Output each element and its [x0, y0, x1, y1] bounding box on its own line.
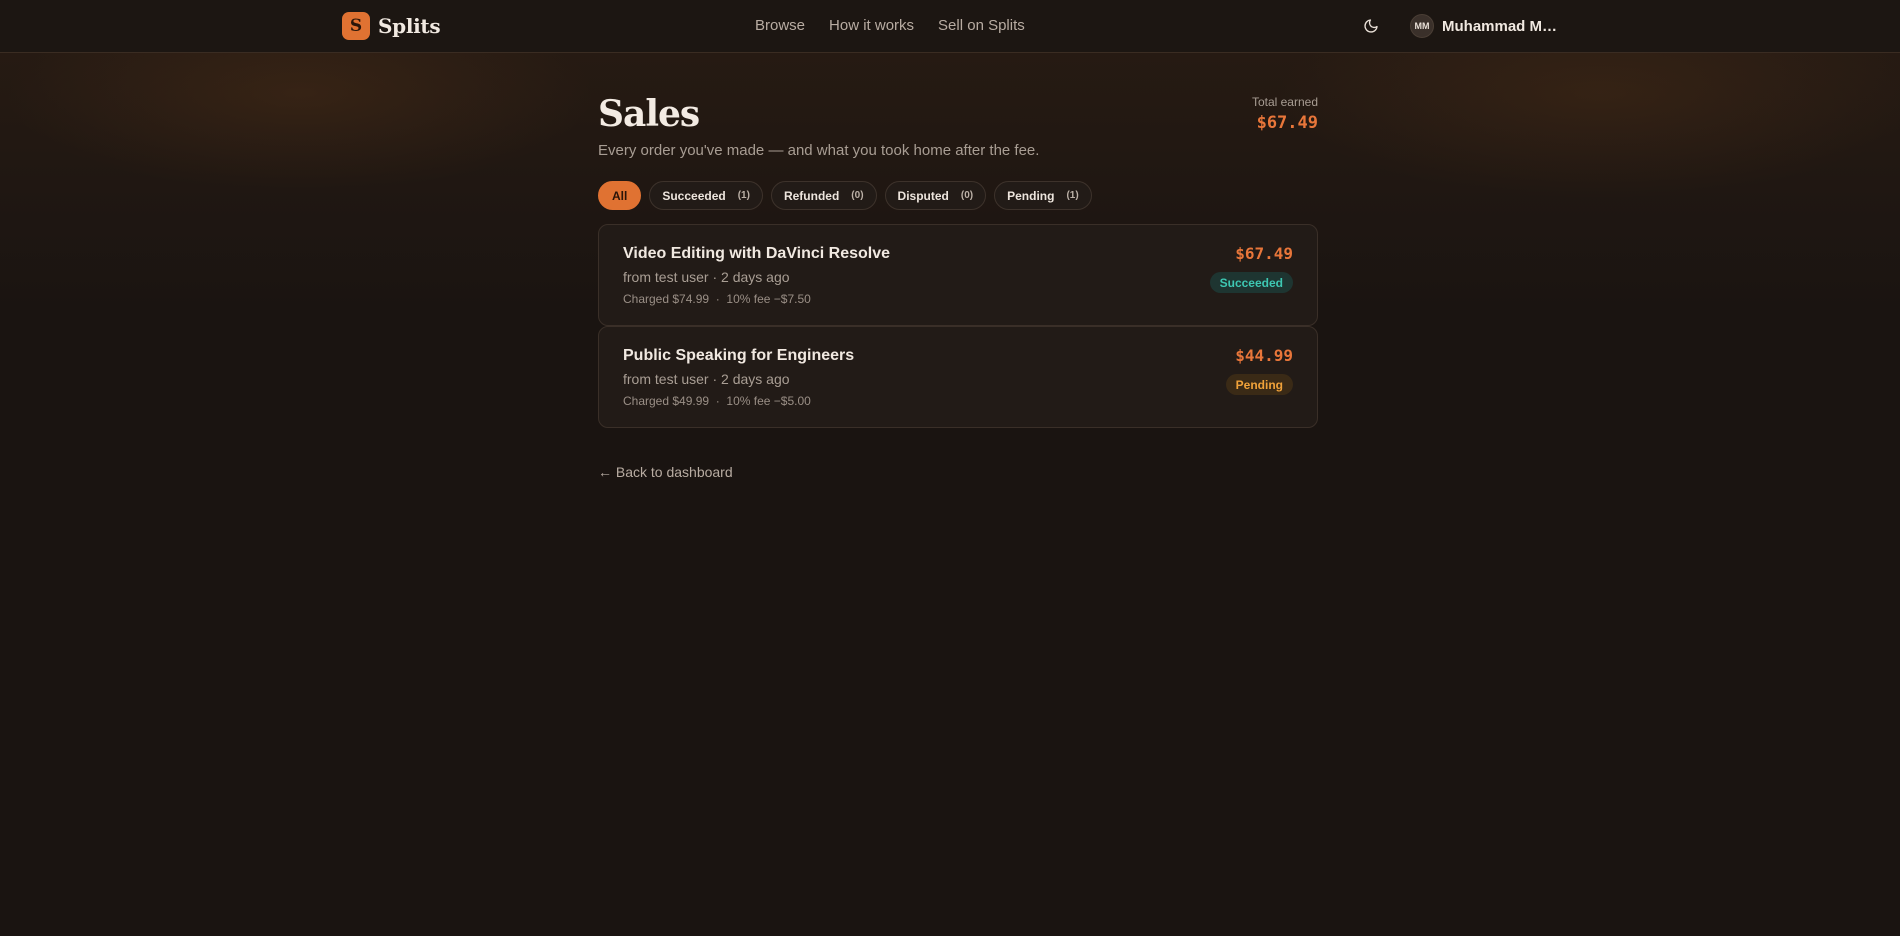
order-meta: from test user · 2 days ago: [623, 371, 790, 387]
nav-how-it-works[interactable]: How it works: [829, 17, 914, 34]
page-subtitle: Every order you've made — and what you t…: [598, 142, 1040, 159]
order-card[interactable]: Video Editing with DaVinci Resolve from …: [598, 224, 1318, 326]
filter-succeeded[interactable]: Succeeded (1): [649, 181, 763, 210]
filter-label: Refunded: [783, 188, 840, 203]
moon-icon: [1364, 19, 1378, 33]
order-amount: $67.49: [1235, 244, 1293, 263]
order-fee-line: Charged $49.99 · 10% fee −$5.00: [623, 394, 811, 408]
filter-all[interactable]: All: [598, 181, 642, 210]
filter-count: (1): [737, 190, 750, 201]
order-meta: from test user · 2 days ago: [623, 269, 790, 285]
filter-label: Succeeded: [662, 188, 726, 203]
total-earned-value: $67.49: [1256, 113, 1318, 133]
page-title: Sales: [598, 93, 700, 135]
nav-sell-on-splits[interactable]: Sell on Splits: [938, 17, 1025, 34]
total-earned-label: Total earned: [1251, 95, 1318, 109]
order-fee-line: Charged $74.99 · 10% fee −$7.50: [623, 292, 811, 306]
filter-label: Pending: [1007, 188, 1055, 203]
filter-count: (0): [960, 190, 974, 201]
orders-list: Video Editing with DaVinci Resolve from …: [598, 224, 1318, 428]
nav-browse[interactable]: Browse: [755, 17, 805, 34]
user-menu[interactable]: MM Muhammad Mu...: [1410, 14, 1560, 38]
status-filters: All Succeeded (1) Refunded (0) Disputed …: [598, 181, 1318, 210]
filter-label: Disputed: [897, 188, 949, 203]
filter-refunded[interactable]: Refunded (0): [770, 181, 877, 210]
brand-logo: S: [342, 12, 370, 40]
order-card[interactable]: Public Speaking for Engineers from test …: [598, 326, 1318, 428]
order-title: Public Speaking for Engineers: [623, 347, 855, 364]
status-badge: Succeeded: [1209, 272, 1293, 293]
sales-page: Sales Every order you've made — and what…: [598, 90, 1318, 482]
main-nav: Browse How it works Sell on Splits: [755, 17, 1025, 34]
order-title: Video Editing with DaVinci Resolve: [623, 245, 891, 262]
back-to-dashboard-link[interactable]: ← Back to dashboard: [598, 464, 733, 480]
avatar: MM: [1410, 14, 1434, 38]
theme-toggle-button[interactable]: [1361, 16, 1381, 36]
top-nav-bar: S Splits Browse How it works Sell on Spl…: [0, 0, 1900, 53]
status-badge: Pending: [1225, 374, 1293, 395]
user-name: Muhammad Mu...: [1442, 17, 1560, 35]
filter-disputed[interactable]: Disputed (0): [884, 181, 987, 210]
filter-pending[interactable]: Pending (1): [994, 181, 1092, 210]
total-earned: Total earned $67.49: [1252, 95, 1318, 133]
filter-count: (0): [851, 190, 864, 201]
filter-count: (1): [1066, 190, 1079, 201]
filter-label: All: [612, 188, 628, 203]
order-amount: $44.99: [1235, 346, 1293, 365]
brand-link[interactable]: S Splits: [342, 12, 441, 40]
brand-name: Splits: [378, 14, 441, 38]
